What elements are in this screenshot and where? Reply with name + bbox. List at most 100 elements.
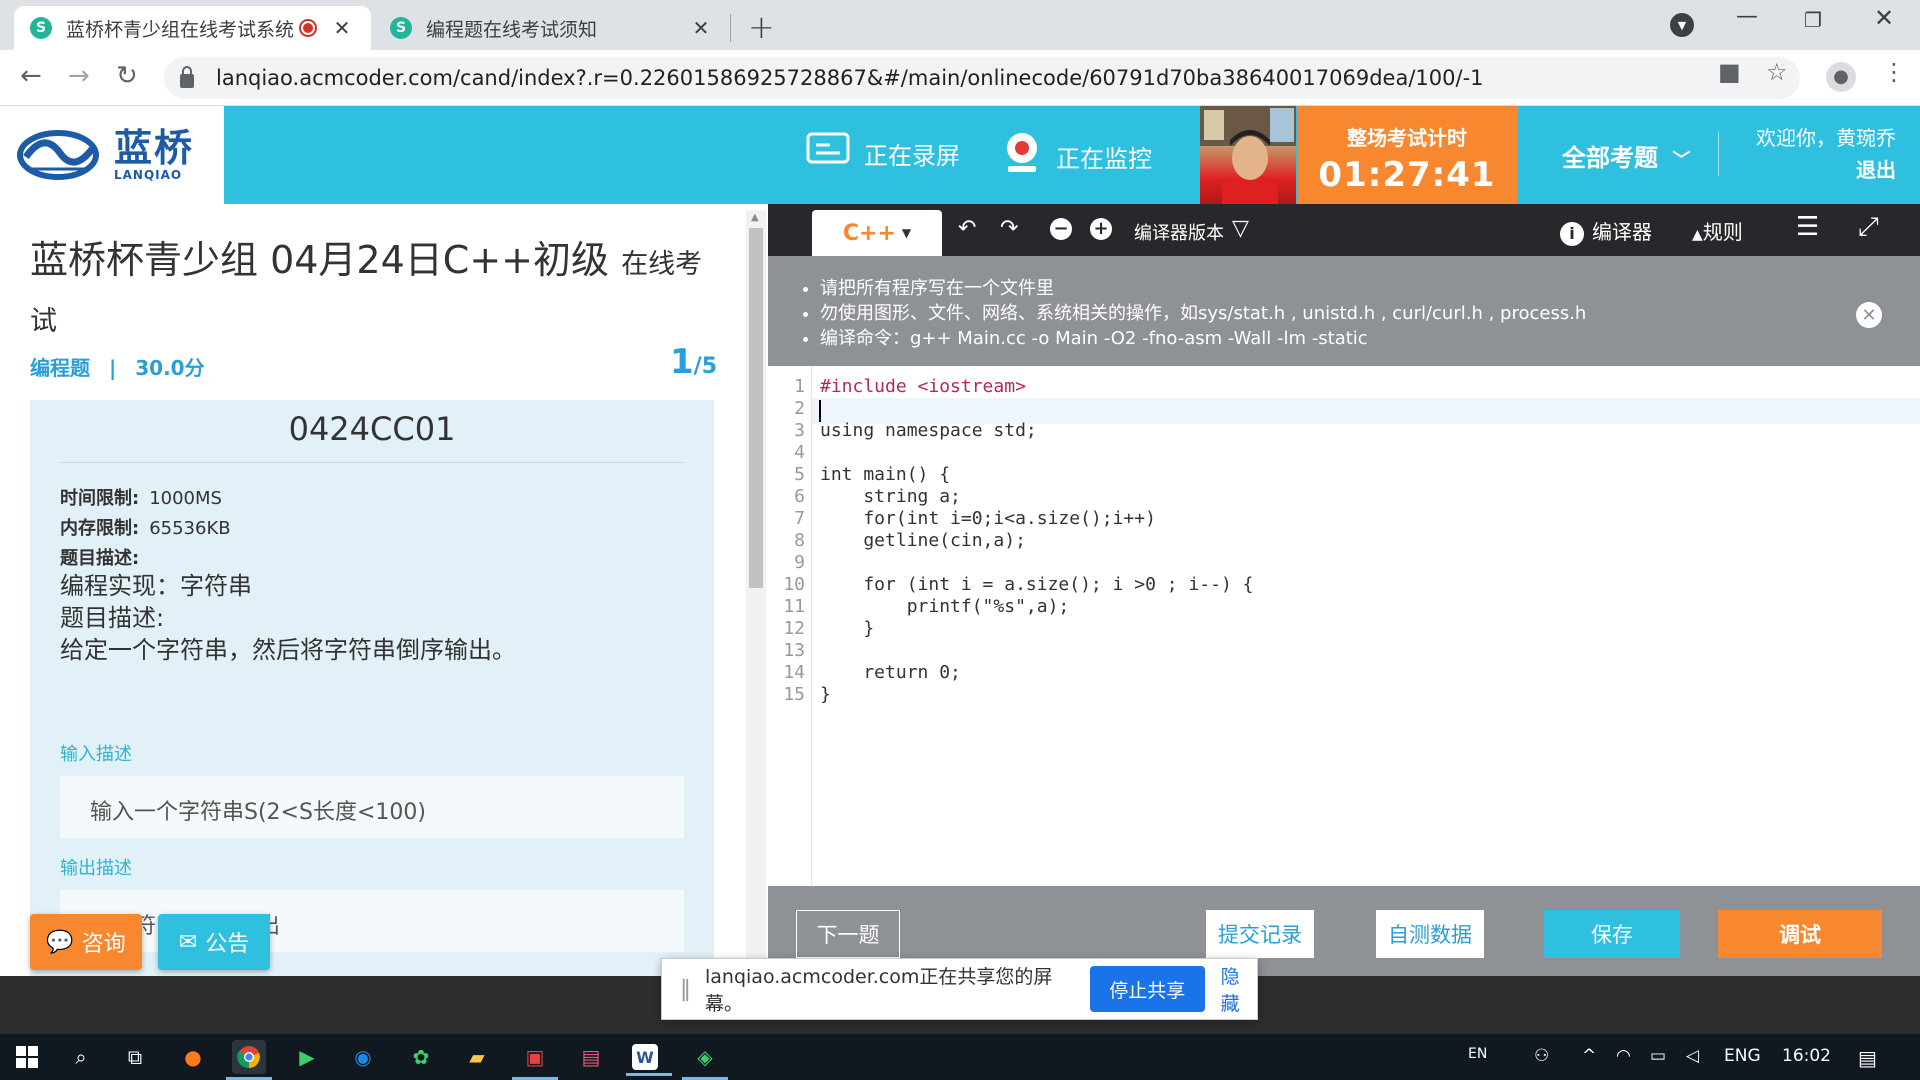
lanqiao-logo[interactable]: 蓝桥 LANQIAO bbox=[0, 106, 224, 204]
line-number: 9 bbox=[794, 552, 805, 573]
submission-history-button[interactable]: 提交记录 bbox=[1206, 910, 1314, 958]
restore-icon[interactable]: ❐ bbox=[1804, 8, 1822, 32]
rules-toggle[interactable]: ▲规则 bbox=[1692, 216, 1743, 245]
fullscreen-icon[interactable]: ⤢ bbox=[1858, 212, 1879, 243]
scrollbar-thumb[interactable] bbox=[749, 228, 763, 588]
menu-kebab-icon[interactable]: ⋮ bbox=[1882, 58, 1906, 86]
code-line: for (int i = a.size(); i >0 ; i--) { bbox=[820, 574, 1254, 595]
line-number: 15 bbox=[783, 684, 805, 705]
people-icon[interactable]: ⚇ bbox=[1534, 1046, 1549, 1066]
close-tab-icon[interactable]: ✕ bbox=[690, 16, 712, 40]
firefox-icon[interactable]: ● bbox=[176, 1040, 210, 1074]
zoom-in-icon[interactable]: + bbox=[1090, 218, 1112, 240]
zoom-out-icon[interactable]: − bbox=[1050, 218, 1072, 240]
bookmark-star-icon[interactable]: ☆ bbox=[1766, 58, 1788, 86]
language-select[interactable]: C++ ▼ bbox=[812, 210, 942, 256]
consult-button[interactable]: 💬 咨询 bbox=[30, 914, 142, 970]
clion-icon[interactable]: ◈ bbox=[682, 1040, 728, 1080]
profile-icon[interactable]: ● bbox=[1826, 62, 1856, 92]
task-view-icon[interactable]: ⧉ bbox=[118, 1040, 152, 1074]
battery-icon[interactable]: ▭ bbox=[1650, 1046, 1666, 1066]
forward-icon[interactable]: → bbox=[68, 61, 90, 91]
notifications-icon[interactable]: ▤ bbox=[1858, 1046, 1877, 1070]
tab-exam-system[interactable]: S 蓝桥杯青少组在线考试系统 ✕ bbox=[14, 6, 371, 50]
reload-icon[interactable]: ↻ bbox=[116, 61, 138, 91]
line-number: 12 bbox=[783, 618, 805, 639]
back-icon[interactable]: ← bbox=[20, 61, 42, 91]
site-header: 蓝桥 LANQIAO 正在录屏 正在监控 整场考试计时 01:27:41 全部考… bbox=[0, 106, 1920, 204]
close-icon[interactable]: ✕ bbox=[1856, 302, 1882, 328]
close-window-icon[interactable]: ✕ bbox=[1874, 4, 1894, 32]
screen-recording-status: 正在录屏 bbox=[806, 132, 960, 174]
new-tab-icon[interactable]: + bbox=[748, 8, 775, 46]
ide-icon[interactable]: ▣ bbox=[512, 1040, 558, 1080]
stop-sharing-button[interactable]: 停止共享 bbox=[1089, 966, 1205, 1012]
compiler-version-label[interactable]: 编译器版本 bbox=[1134, 219, 1224, 245]
tab-divider bbox=[730, 14, 731, 42]
minimize-icon[interactable]: — bbox=[1736, 4, 1758, 29]
debug-button[interactable]: 调试 bbox=[1718, 910, 1882, 958]
chrome-icon[interactable] bbox=[226, 1040, 272, 1080]
compiler-info[interactable]: i 编译器 bbox=[1560, 216, 1652, 246]
envelope-icon: ✉ bbox=[178, 929, 198, 955]
code-editor[interactable]: 1 2 3 4 5 6 7 8 9 10 11 12 13 14 15 #include <iostream… bbox=[768, 366, 1920, 886]
input-description-box: 输入一个字符串S(2<S长度<100) bbox=[60, 776, 684, 838]
logout-link[interactable]: 退出 bbox=[1756, 154, 1896, 186]
text-cursor bbox=[819, 400, 821, 422]
logo-english-text: LANQIAO bbox=[114, 168, 183, 182]
webcam-icon bbox=[1002, 132, 1042, 180]
screen-share-bar: ‖ lanqiao.acmcoder.com正在共享您的屏幕。 停止共享 隐藏 bbox=[661, 958, 1258, 1020]
problem-code: 0424CC01 bbox=[288, 410, 456, 448]
drag-handle-icon[interactable]: ‖ bbox=[680, 977, 691, 1002]
code-line: for(int i=0;i<a.size();i++) bbox=[820, 508, 1156, 529]
timer-value: 01:27:41 bbox=[1318, 155, 1496, 195]
ime-indicator[interactable]: EN bbox=[1468, 1046, 1487, 1062]
undo-icon[interactable]: ↶ bbox=[958, 216, 976, 241]
problem-scrollbar[interactable]: ▲ bbox=[746, 210, 766, 970]
compiler-label: 编译器 bbox=[1592, 220, 1652, 244]
wifi-icon[interactable]: ◠ bbox=[1616, 1046, 1631, 1066]
language-indicator[interactable]: ENG bbox=[1724, 1046, 1761, 1066]
next-question-button[interactable]: 下一题 bbox=[796, 910, 900, 958]
scroll-up-icon[interactable]: ▲ bbox=[751, 212, 759, 223]
media-player-icon[interactable]: ▶ bbox=[290, 1040, 324, 1074]
camera-icon[interactable]: ■ bbox=[1718, 58, 1741, 86]
all-questions-dropdown[interactable]: 全部考题 ﹀ bbox=[1562, 138, 1690, 173]
line-number: 5 bbox=[794, 464, 805, 485]
current-question: 1 bbox=[670, 342, 694, 382]
notice-item: 编译命令：g++ Main.cc -o Main -O2 -fno-asm -W… bbox=[820, 326, 1920, 351]
site-favicon-icon: S bbox=[30, 17, 52, 39]
problem-score: 30.0分 bbox=[135, 356, 205, 380]
word-icon[interactable]: W bbox=[626, 1044, 672, 1076]
windows-start-icon[interactable] bbox=[10, 1040, 44, 1074]
document-app-icon[interactable]: ▤ bbox=[574, 1040, 608, 1074]
screen-recording-label: 正在录屏 bbox=[864, 141, 960, 170]
self-test-data-button[interactable]: 自测数据 bbox=[1376, 910, 1484, 958]
clock[interactable]: 16:02 bbox=[1782, 1046, 1831, 1066]
line-number: 1 bbox=[794, 376, 805, 397]
volume-icon[interactable]: ◁ bbox=[1686, 1046, 1699, 1066]
file-explorer-icon[interactable]: ▰ bbox=[460, 1040, 494, 1074]
total-questions: /5 bbox=[693, 354, 718, 379]
description-line: 题目描述: bbox=[60, 604, 165, 632]
wechat-icon[interactable]: ✿ bbox=[404, 1040, 438, 1074]
app-icon[interactable]: ◉ bbox=[346, 1040, 380, 1074]
memory-limit-label: 内存限制: bbox=[60, 518, 140, 539]
rules-label: 规则 bbox=[1702, 220, 1743, 244]
memory-limit-value: 65536KB bbox=[149, 518, 231, 539]
search-icon[interactable]: ⌕ bbox=[64, 1040, 98, 1074]
url-input[interactable]: lanqiao.acmcoder.com/cand/index?.r=0.226… bbox=[164, 57, 1800, 99]
recording-indicator-icon bbox=[299, 19, 317, 37]
redo-icon[interactable]: ↷ bbox=[1000, 216, 1018, 241]
announcement-button[interactable]: ✉ 公告 bbox=[158, 914, 270, 970]
save-button[interactable]: 保存 bbox=[1544, 910, 1680, 958]
indent-list-icon[interactable]: ☰ bbox=[1796, 212, 1819, 242]
tab-search-icon[interactable]: ▼ bbox=[1670, 13, 1694, 37]
close-tab-icon[interactable]: ✕ bbox=[331, 16, 353, 40]
problem-meta: 编程题 | 30.0分 bbox=[30, 352, 205, 381]
tab-exam-notice[interactable]: S 编程题在线考试须知 ✕ bbox=[372, 6, 730, 50]
screen-record-icon bbox=[806, 132, 850, 174]
hide-share-bar-link[interactable]: 隐藏 bbox=[1221, 962, 1257, 1016]
show-hidden-icons-icon[interactable]: ^ bbox=[1582, 1046, 1596, 1066]
line-number: 2 bbox=[794, 398, 805, 419]
